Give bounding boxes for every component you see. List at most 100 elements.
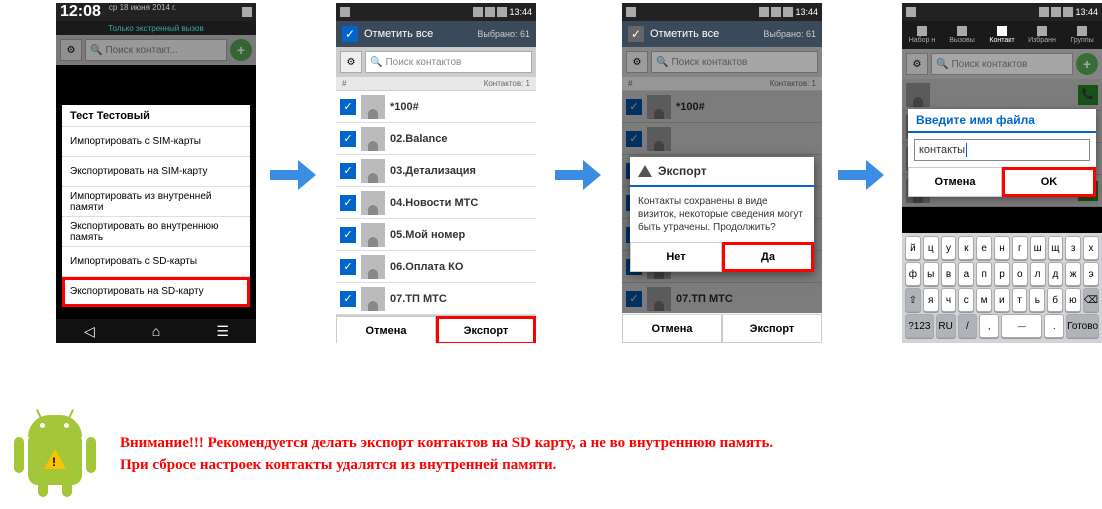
key[interactable]: в: [941, 262, 957, 286]
key[interactable]: ц: [923, 236, 939, 260]
key[interactable]: й: [905, 236, 921, 260]
key[interactable]: е: [976, 236, 992, 260]
clock-time: 13:44: [1075, 7, 1098, 17]
dialer-icon: [917, 26, 927, 36]
emergency-only-label: Только экстренный вызов: [56, 21, 256, 35]
cancel-button[interactable]: Отмена: [622, 314, 722, 343]
signal-icon: [1051, 7, 1061, 17]
search-input[interactable]: 🔍 Поиск контакт...: [85, 39, 227, 61]
select-all-checkbox[interactable]: ✓: [342, 26, 358, 42]
key[interactable]: а: [958, 262, 974, 286]
key[interactable]: щ: [1048, 236, 1064, 260]
contact-row[interactable]: ✓04.Новости МТС: [336, 187, 536, 219]
key[interactable]: п: [976, 262, 992, 286]
key[interactable]: к: [958, 236, 974, 260]
cancel-button[interactable]: Отмена: [908, 167, 1002, 197]
contact-list[interactable]: ✓*100# ✓02.Balance ✓03.Детализация ✓04.Н…: [336, 91, 536, 315]
contact-row[interactable]: ✓06.Оплата КО: [336, 251, 536, 283]
filename-input[interactable]: контакты: [914, 139, 1090, 161]
key[interactable]: б: [1047, 288, 1063, 312]
key[interactable]: г: [1012, 236, 1028, 260]
add-contact-button[interactable]: +: [230, 39, 252, 61]
yes-button[interactable]: Да: [722, 242, 814, 272]
key[interactable]: ю: [1065, 288, 1081, 312]
key[interactable]: .: [1044, 314, 1064, 338]
row-checkbox[interactable]: ✓: [340, 291, 356, 307]
contact-row[interactable]: ✓02.Balance: [336, 123, 536, 155]
key[interactable]: ф: [905, 262, 921, 286]
soft-keyboard[interactable]: йцукенгшщзх фывапролджэ ⇧ячсмитьбю⌫ ?123…: [902, 233, 1102, 343]
row-checkbox[interactable]: ✓: [340, 195, 356, 211]
key[interactable]: н: [994, 236, 1010, 260]
tab-contacts[interactable]: Контакт: [982, 21, 1022, 49]
key[interactable]: м: [976, 288, 992, 312]
contact-row[interactable]: ✓07.ТП МТС: [336, 283, 536, 315]
lang-key[interactable]: RU: [936, 314, 956, 338]
row-checkbox[interactable]: ✓: [340, 99, 356, 115]
menu-export-internal[interactable]: Экспортировать во внутреннюю память: [62, 217, 250, 247]
key[interactable]: ш: [1030, 236, 1046, 260]
key[interactable]: ы: [923, 262, 939, 286]
key[interactable]: у: [941, 236, 957, 260]
select-all-label: Отметить все: [364, 28, 433, 40]
menu-import-sd[interactable]: Импортировать с SD-карты: [62, 247, 250, 277]
key[interactable]: л: [1030, 262, 1046, 286]
key[interactable]: ,: [979, 314, 999, 338]
gear-icon[interactable]: [242, 7, 252, 17]
done-key[interactable]: Готово: [1066, 314, 1099, 338]
contact-row[interactable]: ✓05.Мой номер: [336, 219, 536, 251]
row-checkbox[interactable]: ✓: [340, 227, 356, 243]
ok-button[interactable]: OK: [1002, 167, 1096, 197]
status-bar: 13:44: [902, 3, 1102, 21]
cancel-button[interactable]: Отмена: [336, 316, 436, 343]
key[interactable]: ж: [1065, 262, 1081, 286]
key[interactable]: р: [994, 262, 1010, 286]
nav-home-icon[interactable]: ⌂: [123, 319, 190, 343]
screenshot-3-confirm-dialog: 13:44 ✓ Отметить все Выбрано: 61 ⚙ 🔍 Пои…: [622, 3, 822, 343]
nav-back-icon[interactable]: ◁: [56, 319, 123, 343]
menu-import-sim[interactable]: Импортировать с SIM-карты: [62, 127, 250, 157]
export-button[interactable]: Экспорт: [436, 316, 536, 343]
key[interactable]: я: [923, 288, 939, 312]
tab-favorites[interactable]: Избранн: [1022, 21, 1062, 49]
search-input[interactable]: 🔍 Поиск контактов: [365, 51, 532, 73]
export-button[interactable]: Экспорт: [722, 314, 822, 343]
key[interactable]: д: [1048, 262, 1064, 286]
row-checkbox[interactable]: ✓: [340, 131, 356, 147]
no-button[interactable]: Нет: [630, 242, 722, 272]
tab-calls[interactable]: Вызовы: [942, 21, 982, 49]
button-bar: Отмена Экспорт: [336, 315, 536, 343]
menu-export-sim[interactable]: Экспортировать на SIM-карту: [62, 157, 250, 187]
symbols-key[interactable]: ?123: [905, 314, 934, 338]
row-checkbox[interactable]: ✓: [340, 259, 356, 275]
key[interactable]: с: [958, 288, 974, 312]
menu-export-sd[interactable]: Экспортировать на SD-карту: [62, 277, 250, 307]
avatar: [361, 95, 385, 119]
space-key[interactable]: —: [1001, 314, 1042, 338]
key[interactable]: ч: [941, 288, 957, 312]
key[interactable]: э: [1083, 262, 1099, 286]
dialog-title: Введите имя файла: [908, 109, 1096, 133]
notif-icon: [340, 7, 350, 17]
contact-row[interactable]: ✓03.Детализация: [336, 155, 536, 187]
select-all-checkbox[interactable]: ✓: [628, 26, 644, 42]
key[interactable]: о: [1012, 262, 1028, 286]
key[interactable]: т: [1012, 288, 1028, 312]
menu-import-internal[interactable]: Импортировать из внутренней памяти: [62, 187, 250, 217]
row-checkbox[interactable]: ✓: [340, 163, 356, 179]
key[interactable]: ь: [1029, 288, 1045, 312]
filter-button[interactable]: ⚙: [340, 51, 362, 73]
clock-time: 13:44: [509, 7, 532, 17]
notif-icon: [626, 7, 636, 17]
contact-row[interactable]: ✓*100#: [336, 91, 536, 123]
tab-groups[interactable]: Группы: [1062, 21, 1102, 49]
backspace-key[interactable]: ⌫: [1083, 288, 1099, 312]
key[interactable]: х: [1083, 236, 1099, 260]
key[interactable]: з: [1065, 236, 1081, 260]
key[interactable]: /: [958, 314, 978, 338]
key[interactable]: и: [994, 288, 1010, 312]
shift-key[interactable]: ⇧: [905, 288, 921, 312]
filter-button[interactable]: ⚙: [60, 39, 82, 61]
tab-dialer[interactable]: Набор н: [902, 21, 942, 49]
nav-recent-icon[interactable]: ☰: [189, 319, 256, 343]
